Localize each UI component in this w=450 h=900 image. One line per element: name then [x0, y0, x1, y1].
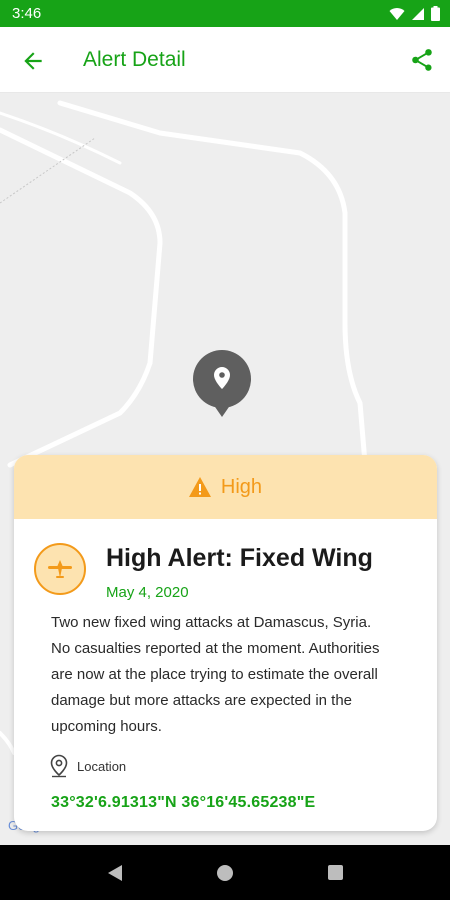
status-icons: [389, 6, 440, 21]
triangle-back-icon: [108, 864, 122, 881]
alert-type-badge: [34, 543, 86, 595]
location-pin-icon: [50, 754, 68, 778]
share-icon[interactable]: [409, 47, 435, 73]
nav-recents-button[interactable]: [320, 858, 350, 888]
nav-back-button[interactable]: [100, 858, 130, 888]
location-row: Location: [49, 754, 126, 778]
back-arrow-icon[interactable]: [20, 48, 46, 74]
app-bar: Alert Detail: [0, 27, 450, 93]
coordinates[interactable]: 33°32'6.91313"N 36°16'45.65238"E: [51, 794, 315, 812]
alert-title: High Alert: Fixed Wing: [106, 544, 373, 572]
severity-banner: High: [14, 455, 437, 519]
alert-date: May 4, 2020: [106, 584, 189, 601]
map-pin-icon[interactable]: [191, 350, 253, 418]
severity-label: High: [220, 475, 263, 498]
status-bar: 3:46: [0, 0, 450, 27]
system-nav-bar: [0, 845, 450, 900]
fixed-wing-aircraft-icon: [48, 560, 72, 578]
square-recents-icon: [327, 865, 343, 880]
circle-home-icon: [217, 864, 233, 881]
status-time: 3:46: [12, 5, 42, 22]
battery-icon: [431, 6, 440, 21]
alert-card: High High Alert: Fixed Wing May 4, 2020 …: [14, 455, 437, 831]
location-label: Location: [77, 758, 127, 774]
page-title: Alert Detail: [83, 48, 186, 71]
warning-icon: [188, 477, 211, 497]
wifi-icon: [389, 7, 405, 20]
signal-icon: [412, 7, 424, 20]
alert-description: Two new fixed wing attacks at Damascus, …: [51, 614, 380, 735]
nav-home-button[interactable]: [210, 858, 240, 888]
